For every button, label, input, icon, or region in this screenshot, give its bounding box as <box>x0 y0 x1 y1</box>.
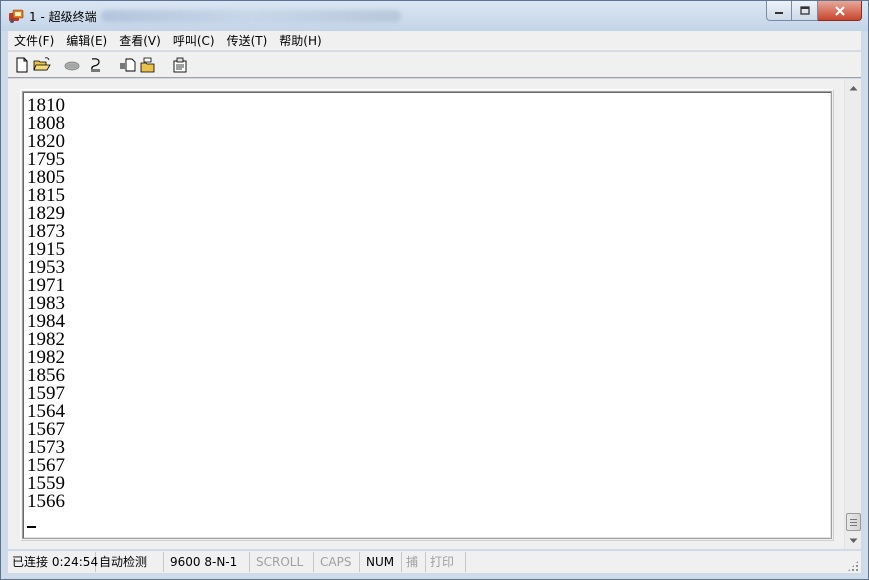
terminal-line: 1566 <box>27 491 65 512</box>
status-bar: 已连接 0:24:54 自动检测 9600 8-N-1 SCROLL CAPS … <box>8 551 861 573</box>
status-port-settings: 9600 8-N-1 <box>164 552 250 572</box>
minimize-button[interactable] <box>766 1 792 21</box>
scroll-up-button[interactable] <box>845 79 862 96</box>
window-title: 1 - 超级终端 <box>29 10 97 24</box>
maximize-button[interactable] <box>792 1 818 21</box>
window-controls <box>766 1 862 21</box>
terminal-output: 1810 1808 1820 1795 1805 1815 1829 1873 1915 1953… <box>27 96 65 512</box>
properties-icon[interactable] <box>171 56 189 74</box>
scroll-up-icon <box>849 85 858 90</box>
hyperterminal-window: 1 - 超级终端 文件(F) 编辑(E) 查看(V) 呼叫(C) 传送(T) 帮… <box>0 0 869 580</box>
menu-file[interactable]: 文件(F) <box>8 31 60 51</box>
status-print: 打印 <box>426 552 466 572</box>
status-capture: 捕 <box>402 552 426 572</box>
vertical-scrollbar[interactable] <box>844 79 861 549</box>
menu-bar: 文件(F) 编辑(E) 查看(V) 呼叫(C) 传送(T) 帮助(H) <box>8 31 861 51</box>
resize-grip[interactable] <box>847 560 859 572</box>
call-icon[interactable] <box>87 56 105 74</box>
minimize-icon <box>775 11 783 14</box>
receive-file-icon[interactable] <box>139 56 157 74</box>
menu-help[interactable]: 帮助(H) <box>273 31 327 51</box>
status-caps-lock: CAPS <box>314 552 360 572</box>
disconnect-phone-icon[interactable] <box>63 56 81 74</box>
terminal-screen[interactable]: 1810 1808 1820 1795 1805 1815 1829 1873 1915 1953… <box>22 91 832 539</box>
title-bar[interactable]: 1 - 超级终端 <box>1 1 868 31</box>
scroll-down-button[interactable] <box>845 532 862 549</box>
menu-edit[interactable]: 编辑(E) <box>60 31 113 51</box>
menu-call[interactable]: 呼叫(C) <box>167 31 221 51</box>
status-num-lock: NUM <box>360 552 402 572</box>
menu-view[interactable]: 查看(V) <box>113 31 167 51</box>
status-scroll-lock: SCROLL <box>250 552 314 572</box>
close-icon <box>834 5 845 16</box>
close-button[interactable] <box>818 1 862 21</box>
scroll-grip-icon <box>850 518 857 526</box>
scroll-down-icon <box>849 538 858 543</box>
send-file-icon[interactable] <box>119 56 137 74</box>
scroll-thumb[interactable] <box>846 513 861 531</box>
toolbar <box>8 52 861 78</box>
status-detect: 自动检测 <box>96 552 164 572</box>
client-area: 1810 1808 1820 1795 1805 1815 1829 1873 1915 1953… <box>8 79 861 549</box>
status-connection: 已连接 0:24:54 <box>8 552 98 572</box>
menu-transfer[interactable]: 传送(T) <box>221 31 274 51</box>
maximize-icon <box>799 6 810 15</box>
title-blurred-region <box>101 10 401 22</box>
open-folder-icon[interactable] <box>33 56 51 74</box>
new-file-icon[interactable] <box>13 56 31 74</box>
text-cursor <box>27 526 36 528</box>
hyperterminal-app-icon[interactable] <box>8 8 24 24</box>
